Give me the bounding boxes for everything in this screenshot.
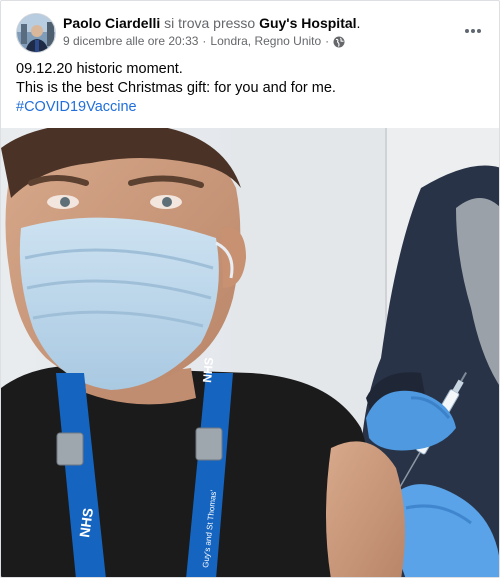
more-options-icon[interactable]	[459, 17, 487, 45]
globe-icon[interactable]	[333, 36, 345, 48]
hashtag-link[interactable]: #COVID19Vaccine	[16, 98, 486, 117]
meta-separator-2: ·	[325, 34, 330, 48]
title-period: .	[356, 15, 361, 31]
post-text: 09.12.20 historic moment. This is the be…	[16, 60, 486, 117]
post-timestamp[interactable]: 9 dicembre alle ore 20:33	[63, 34, 198, 49]
post-photo[interactable]: NHS NHS Guy's and St Thomas'	[1, 128, 499, 577]
lanyard-nhs-text-2: NHS	[200, 357, 216, 383]
post-title-line: Paolo Ciardelli si trova presso Guy's Ho…	[63, 14, 360, 32]
checkin-text: si trova presso	[164, 15, 256, 31]
avatar-image	[17, 14, 55, 52]
post-text-line-1: 09.12.20 historic moment.	[16, 61, 183, 77]
post-location: Londra, Regno Unito	[210, 34, 322, 48]
author-avatar[interactable]	[16, 13, 56, 53]
facebook-post: Paolo Ciardelli si trova presso Guy's Ho…	[0, 0, 500, 578]
place-link[interactable]: Guy's Hospital	[259, 15, 356, 31]
post-meta: 9 dicembre alle ore 20:33 · Londra, Regn…	[63, 34, 345, 49]
post-header: Paolo Ciardelli si trova presso Guy's Ho…	[1, 1, 499, 57]
author-name[interactable]: Paolo Ciardelli	[63, 15, 160, 31]
vaccination-selfie-image: NHS NHS Guy's and St Thomas'	[1, 128, 499, 577]
post-text-line-2: This is the best Christmas gift: for you…	[16, 80, 336, 96]
meta-separator: ·	[202, 34, 207, 48]
